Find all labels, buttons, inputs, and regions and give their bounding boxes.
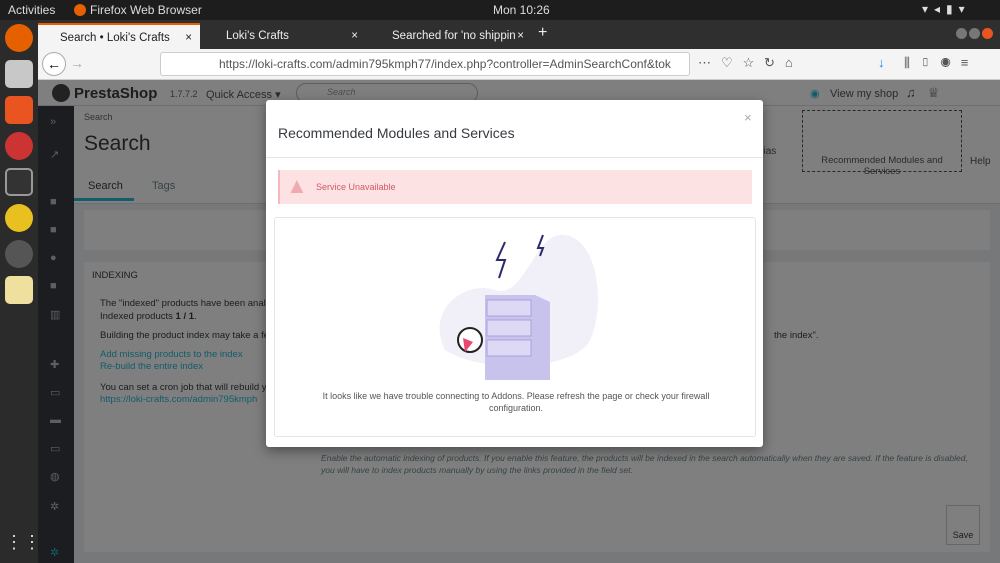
navigation-toolbar: ← → https://loki-crafts.com/admin795kmph…: [38, 49, 1000, 80]
divider: [266, 157, 763, 158]
clock[interactable]: Mon 10:26: [493, 3, 550, 17]
dock: ⋮⋮: [0, 20, 41, 563]
app-menu[interactable]: Firefox Web Browser: [90, 3, 202, 17]
addons-error-card: It looks like we have trouble connecting…: [274, 217, 756, 437]
forward-button[interactable]: →: [70, 55, 84, 71]
tab-label: Searched for 'no shippin: [392, 30, 516, 42]
page-actions-icons[interactable]: ⋯♡☆: [698, 55, 764, 71]
tab-label: Search • Loki's Crafts: [60, 32, 170, 44]
server-error-illustration: [439, 234, 598, 380]
editor-dock-icon[interactable]: [5, 276, 33, 304]
system-tray-icons[interactable]: ▾◂▮▾: [922, 2, 971, 16]
close-tab-icon[interactable]: ×: [517, 30, 524, 42]
error-alert: ▲ Service Unavailable: [278, 170, 752, 204]
download-icon[interactable]: ↓: [878, 55, 885, 70]
url-bar[interactable]: https://loki-crafts.com/admin795kmph77/i…: [160, 52, 690, 76]
tab-lokis-crafts[interactable]: Loki's Crafts ×: [204, 23, 366, 49]
tab-search[interactable]: Search • Loki's Crafts ×: [38, 23, 200, 49]
alert-text: Service Unavailable: [316, 182, 396, 192]
app2-dock-icon[interactable]: [5, 204, 33, 232]
tab-bar: Search • Loki's Crafts × Loki's Crafts × S…: [38, 20, 1000, 49]
close-tab-icon[interactable]: ×: [351, 30, 358, 42]
close-tab-icon[interactable]: ×: [185, 32, 192, 44]
firefox-dock-icon[interactable]: [5, 24, 33, 52]
app-dock-icon[interactable]: [5, 132, 33, 160]
activities-button[interactable]: Activities: [8, 3, 55, 17]
recommended-modules-modal: Recommended Modules and Services × ▲ Ser…: [266, 100, 763, 447]
firefox-icon: [74, 4, 86, 16]
tab-label: Loki's Crafts: [226, 30, 289, 42]
files-dock-icon[interactable]: [5, 60, 33, 88]
reload-home-icons[interactable]: ↻⌂: [764, 55, 803, 71]
warning-icon: ▲: [286, 173, 308, 198]
new-tab-button[interactable]: +: [538, 24, 547, 42]
gimp-dock-icon[interactable]: [5, 240, 33, 268]
back-button[interactable]: ←: [42, 52, 66, 76]
window-controls[interactable]: [956, 28, 996, 40]
library-sidebar-account-menu-icons[interactable]: ⫼▯◉≡: [904, 55, 978, 71]
close-icon[interactable]: ×: [744, 110, 752, 125]
system-top-bar: Activities Firefox Web Browser Mon 10:26…: [0, 0, 1000, 20]
software-dock-icon[interactable]: [5, 96, 33, 124]
terminal-dock-icon[interactable]: [5, 168, 33, 196]
modal-title: Recommended Modules and Services: [278, 125, 515, 141]
apps-grid-icon[interactable]: ⋮⋮: [5, 532, 41, 560]
tab-searched[interactable]: Searched for 'no shippin ×: [370, 23, 532, 49]
addons-error-message: It looks like we have trouble connecting…: [322, 391, 710, 413]
